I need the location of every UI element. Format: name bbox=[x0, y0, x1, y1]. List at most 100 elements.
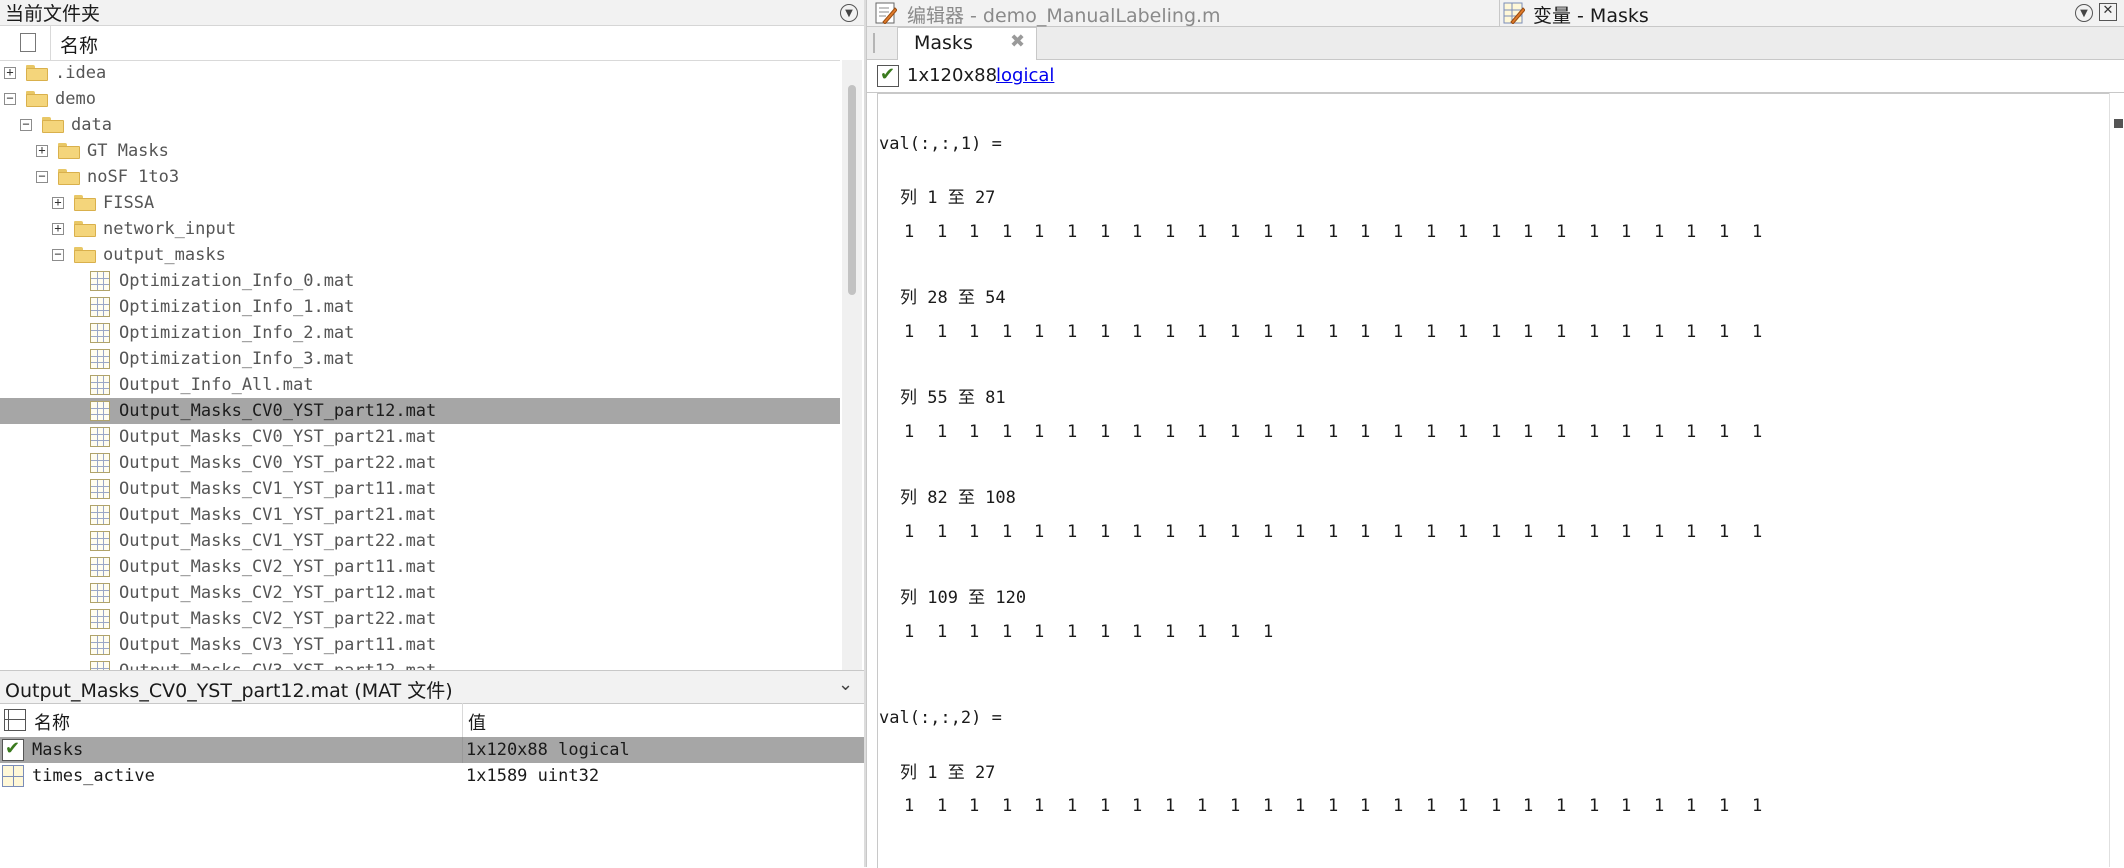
matrix-value: 1 bbox=[1100, 422, 1111, 442]
matrix-value: 1 bbox=[1067, 322, 1078, 342]
matrix-value: 1 bbox=[1197, 422, 1208, 442]
matrix-value: 1 bbox=[1197, 322, 1208, 342]
details-name-header[interactable]: 名称 bbox=[34, 709, 70, 735]
variable-tab-strip: Masks ✖ bbox=[867, 27, 2124, 60]
matrix-value: 1 bbox=[1263, 796, 1274, 816]
file-tree-scrollbar[interactable] bbox=[842, 60, 862, 670]
expand-icon[interactable]: + bbox=[52, 196, 64, 209]
matrix-value: 1 bbox=[937, 222, 948, 242]
file-row[interactable]: Output_Masks_CV2_YST_part11.mat bbox=[0, 554, 840, 580]
collapse-icon[interactable]: − bbox=[20, 118, 32, 131]
editor-icon bbox=[875, 2, 898, 25]
folder-icon bbox=[26, 65, 48, 81]
matrix-value: 1 bbox=[1197, 622, 1208, 642]
folder-row[interactable]: + FISSA bbox=[0, 190, 840, 216]
matrix-value: 1 bbox=[1654, 796, 1665, 816]
file-row[interactable]: Output_Masks_CV1_YST_part21.mat bbox=[0, 502, 840, 528]
matrix-value: 1 bbox=[1295, 322, 1306, 342]
mat-file-icon bbox=[90, 609, 110, 629]
value-row: 1 1 1 1 1 1 1 1 1 1 1 1 1 1 1 1 1 1 1 1 1 1 1 1 1 1 1 bbox=[878, 422, 2108, 444]
details-value-header[interactable]: 值 bbox=[468, 709, 486, 735]
matrix-value: 1 bbox=[1230, 796, 1241, 816]
folder-row[interactable]: + GT Masks bbox=[0, 138, 840, 164]
output-scroll-thumb[interactable] bbox=[2114, 119, 2123, 128]
editor-tab-title[interactable]: 编辑器 - demo_ManualLabeling.m bbox=[907, 1, 1221, 28]
logical-icon: ✔ bbox=[2, 738, 24, 761]
file-row[interactable]: Optimization_Info_1.mat bbox=[0, 294, 840, 320]
variables-tab-title[interactable]: 变量 - Masks bbox=[1533, 1, 1649, 28]
folder-row[interactable]: − data bbox=[0, 112, 840, 138]
file-list-header: 名称 bbox=[0, 26, 840, 61]
variable-row-masks[interactable]: ✔ Masks 1x120x88 logical bbox=[0, 737, 864, 763]
output-scrollbar[interactable] bbox=[2109, 93, 2124, 867]
collapse-icon[interactable]: − bbox=[36, 170, 48, 183]
matrix-value: 1 bbox=[1165, 222, 1176, 242]
tree-item-label: FISSA bbox=[103, 193, 155, 213]
file-row[interactable]: Output_Info_All.mat bbox=[0, 372, 840, 398]
variable-name: Masks bbox=[32, 740, 84, 760]
column-range-line: 列 28 至 54 bbox=[900, 288, 1006, 308]
matrix-value: 1 bbox=[1621, 522, 1632, 542]
file-row[interactable]: Output_Masks_CV0_YST_part12.mat bbox=[0, 398, 840, 424]
folder-row[interactable]: + .idea bbox=[0, 60, 840, 86]
file-row[interactable]: Output_Masks_CV2_YST_part12.mat bbox=[0, 580, 840, 606]
matrix-value: 1 bbox=[1393, 222, 1404, 242]
tab-masks[interactable]: Masks ✖ bbox=[897, 27, 1037, 60]
tab-close-icon[interactable]: ✖ bbox=[1010, 31, 1025, 52]
matrix-value: 1 bbox=[937, 522, 948, 542]
matrix-value: 1 bbox=[937, 322, 948, 342]
tree-item-label: noSF 1to3 bbox=[87, 167, 180, 187]
file-row[interactable]: Optimization_Info_2.mat bbox=[0, 320, 840, 346]
file-row[interactable]: Output_Masks_CV1_YST_part22.mat bbox=[0, 528, 840, 554]
folder-actions-icon[interactable]: ▼ bbox=[840, 4, 858, 22]
matrix-value: 1 bbox=[1328, 796, 1339, 816]
matrix-value: 1 bbox=[1458, 522, 1469, 542]
matrix-value: 1 bbox=[1230, 422, 1241, 442]
file-tree: + .idea − demo − data + GT Masks − noSF 1to3 + FISS… bbox=[0, 60, 840, 670]
matrix-value: 1 bbox=[1426, 422, 1437, 442]
collapse-icon[interactable]: − bbox=[52, 248, 64, 261]
variable-info-bar: ✔ 1x120x88 logical bbox=[867, 60, 2124, 93]
file-row[interactable]: Output_Masks_CV3_YST_part12.mat bbox=[0, 658, 840, 670]
file-type-column-icon[interactable] bbox=[20, 33, 36, 52]
file-row[interactable]: Output_Masks_CV2_YST_part22.mat bbox=[0, 606, 840, 632]
expand-icon[interactable]: + bbox=[36, 144, 48, 157]
matrix-value: 1 bbox=[1328, 422, 1339, 442]
matrix-value: 1 bbox=[1654, 422, 1665, 442]
matrix-value: 1 bbox=[1197, 522, 1208, 542]
matrix-value: 1 bbox=[1589, 422, 1600, 442]
matrix-value: 1 bbox=[1067, 422, 1078, 442]
matrix-value: 1 bbox=[1100, 622, 1111, 642]
class-link[interactable]: logical bbox=[996, 65, 1054, 86]
column-range-line: 列 1 至 27 bbox=[900, 188, 996, 208]
matrix-value: 1 bbox=[1491, 422, 1502, 442]
matrix-value: 1 bbox=[1589, 222, 1600, 242]
tree-item-label: Optimization_Info_2.mat bbox=[119, 323, 355, 343]
close-icon[interactable]: ✕ bbox=[2099, 3, 2117, 21]
matrix-value: 1 bbox=[1686, 522, 1697, 542]
file-row[interactable]: Optimization_Info_0.mat bbox=[0, 268, 840, 294]
file-row[interactable]: Output_Masks_CV0_YST_part22.mat bbox=[0, 450, 840, 476]
matrix-value: 1 bbox=[1328, 522, 1339, 542]
name-column-header[interactable]: 名称 bbox=[60, 31, 98, 58]
file-row[interactable]: Output_Masks_CV1_YST_part11.mat bbox=[0, 476, 840, 502]
matrix-value: 1 bbox=[969, 422, 980, 442]
matrix-value: 1 bbox=[1002, 222, 1013, 242]
matrix-value: 1 bbox=[1426, 222, 1437, 242]
file-row[interactable]: Optimization_Info_3.mat bbox=[0, 346, 840, 372]
expand-icon[interactable]: + bbox=[52, 222, 64, 235]
folder-row[interactable]: − output_masks bbox=[0, 242, 840, 268]
folder-row[interactable]: − demo bbox=[0, 86, 840, 112]
matrix-value: 1 bbox=[1034, 422, 1045, 442]
file-row[interactable]: Output_Masks_CV3_YST_part11.mat bbox=[0, 632, 840, 658]
file-row[interactable]: Output_Masks_CV0_YST_part21.mat bbox=[0, 424, 840, 450]
collapse-icon[interactable]: − bbox=[4, 92, 16, 105]
expand-icon[interactable]: + bbox=[4, 66, 16, 79]
details-collapse-icon[interactable]: ⌄ bbox=[838, 674, 853, 695]
folder-row[interactable]: − noSF 1to3 bbox=[0, 164, 840, 190]
file-tree-scroll-thumb[interactable] bbox=[848, 85, 856, 295]
folder-row[interactable]: + network_input bbox=[0, 216, 840, 242]
variable-row-times-active[interactable]: times_active 1x1589 uint32 bbox=[0, 763, 864, 789]
matrix-value: 1 bbox=[1165, 422, 1176, 442]
variables-actions-icon[interactable]: ▼ bbox=[2075, 4, 2093, 22]
